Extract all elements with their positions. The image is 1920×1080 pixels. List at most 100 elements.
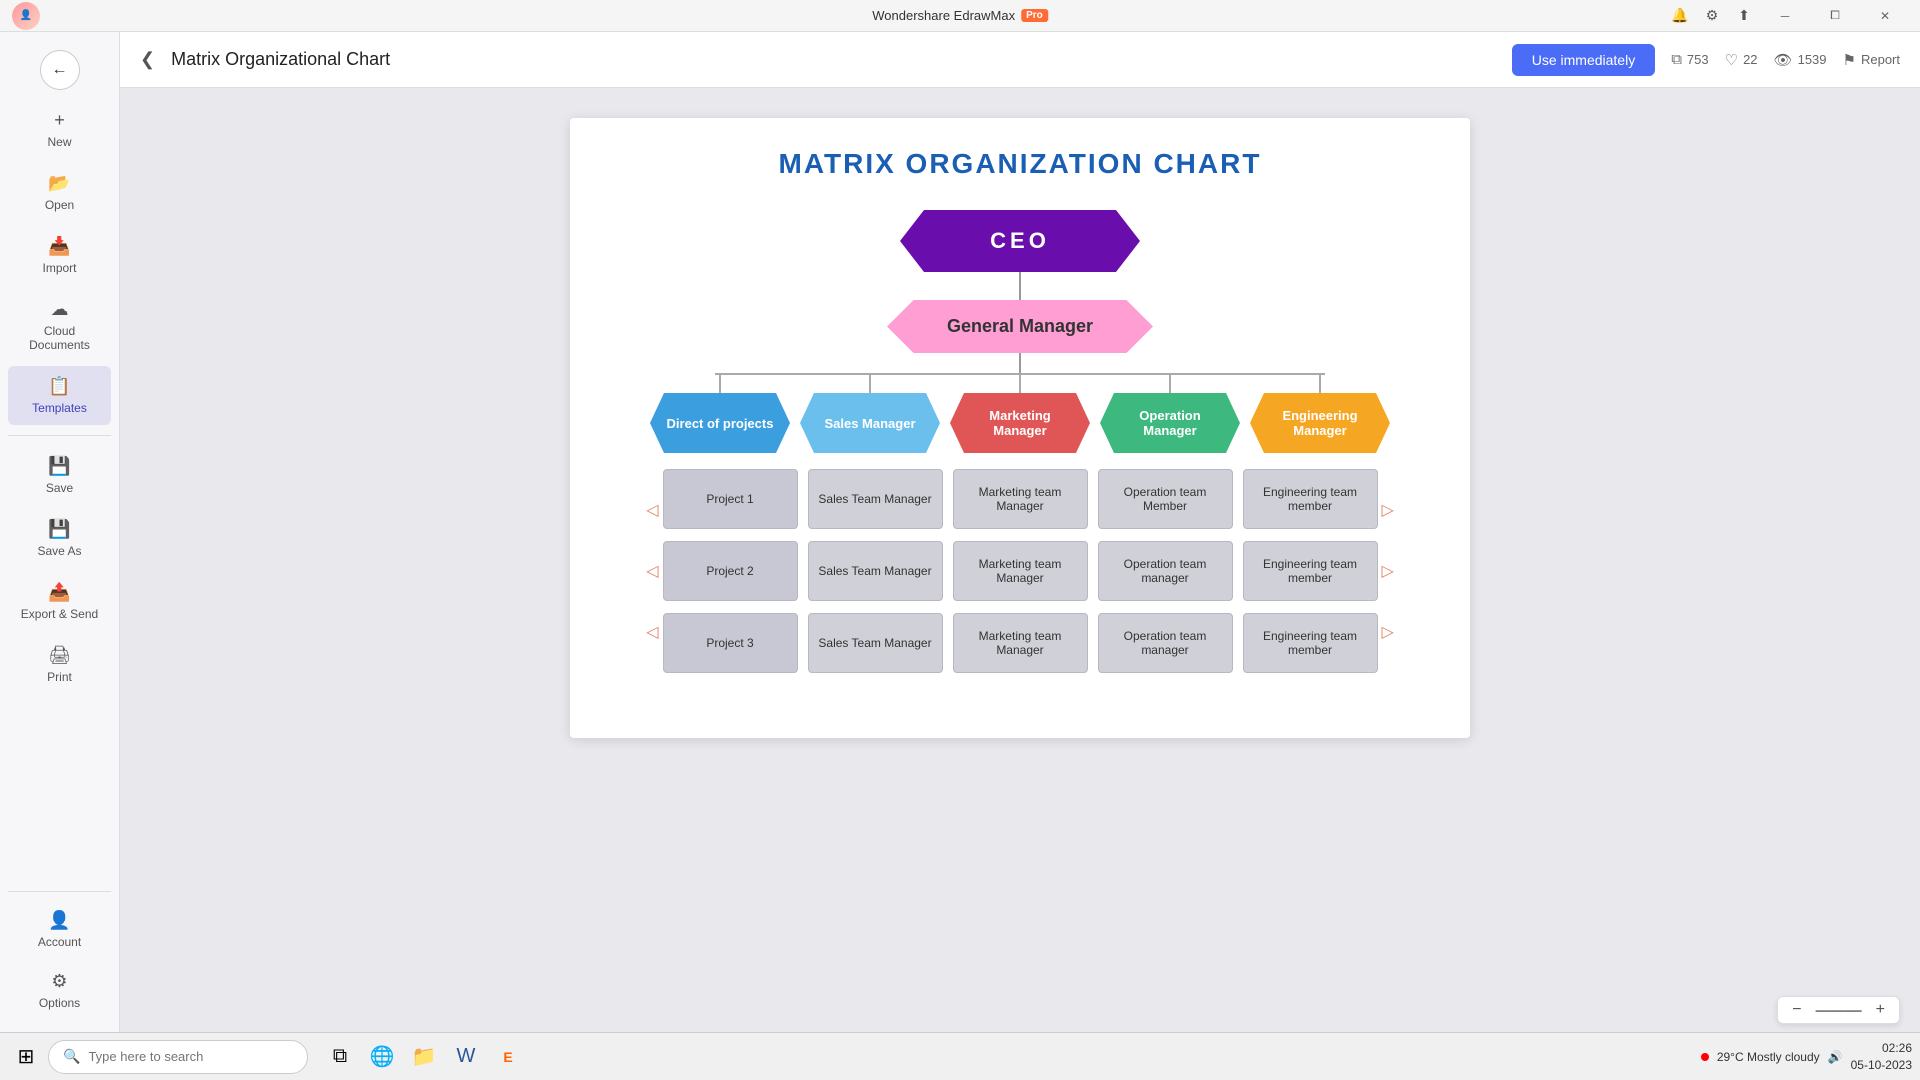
zoom-out-button[interactable]: − [1788, 1001, 1805, 1019]
zoom-bar: − ───── + [1777, 996, 1900, 1024]
minimize-button[interactable]: ─ [1762, 0, 1808, 32]
stat-copies: ⧉ 753 [1671, 51, 1708, 68]
start-button[interactable]: ⊞ [8, 1039, 44, 1075]
use-immediately-button[interactable]: Use immediately [1512, 44, 1655, 76]
left-arrow-2: ◁ [646, 561, 658, 581]
save-icon: 💾 [48, 456, 70, 477]
restore-button[interactable]: ⧠ [1812, 0, 1858, 32]
sidebar-divider [8, 435, 111, 436]
sidebar-label-options: Options [39, 996, 80, 1010]
edraw-app[interactable]: E [488, 1037, 528, 1077]
gm-node: General Manager [887, 300, 1153, 353]
taskbar-search-box[interactable]: 🔍 [48, 1040, 308, 1074]
close-button[interactable]: ✕ [1862, 0, 1908, 32]
sidebar-item-account[interactable]: 👤 Account [8, 900, 111, 959]
sidebar-label-open: Open [45, 198, 74, 212]
stat-likes: ♡ 22 [1725, 51, 1758, 69]
main-content: ❮ Matrix Organizational Chart Use immedi… [120, 32, 1920, 1032]
open-icon: 📂 [48, 173, 70, 194]
pro-badge: Pro [1021, 9, 1048, 22]
mc2-vline [1019, 373, 1021, 393]
cell-r1-c1: Sales Team Manager [808, 469, 943, 529]
title-bar-center: Wondershare EdrawMax Pro [872, 8, 1048, 23]
title-bar-icons: 👤 [12, 2, 40, 30]
sidebar-item-open[interactable]: 📂 Open [8, 163, 111, 222]
settings-icon[interactable]: ⚙ [1698, 2, 1726, 30]
account-icon: 👤 [48, 910, 70, 931]
sidebar-label-save: Save [46, 481, 73, 495]
likes-value: 22 [1743, 52, 1757, 67]
sidebar-item-print[interactable]: 🖨 Print [8, 635, 111, 694]
sidebar-item-import[interactable]: 📥 Import [8, 226, 111, 285]
title-bar: 👤 Wondershare EdrawMax Pro 🔔 ⚙ ⬆ ─ ⧠ ✕ [0, 0, 1920, 32]
manager-node-0: Direct of projects [650, 393, 790, 453]
cell-r3-c1: Sales Team Manager [808, 613, 943, 673]
right-arrow-2: ▷ [1382, 561, 1394, 581]
sidebar-label-import: Import [42, 261, 76, 275]
sidebar-item-saveas[interactable]: 💾 Save As [8, 509, 111, 568]
report-icon: ⚑ [1843, 51, 1856, 69]
user-avatar[interactable]: 👤 [12, 2, 40, 30]
header-back-arrow[interactable]: ❮ [140, 49, 155, 70]
cloud-icon: ☁ [51, 299, 69, 320]
diagram-title: MATRIX ORGANIZATION CHART [600, 148, 1440, 180]
team-row-1: Sales Team Manager Marketing team Manage… [808, 469, 1378, 529]
sidebar-label-export: Export & Send [21, 607, 98, 621]
managers-row: Direct of projects Sales Manager Marketi… [645, 373, 1395, 453]
projects-column: Project 1 Project 2 Project 3 [663, 469, 798, 673]
team-row-2: Sales Team Manager Marketing team Manage… [808, 541, 1378, 601]
page-title: Matrix Organizational Chart [171, 49, 1496, 70]
cell-r3-c2: Marketing team Manager [953, 613, 1088, 673]
sidebar-label-templates: Templates [32, 401, 87, 415]
cell-r1-c2: Marketing team Manager [953, 469, 1088, 529]
manager-col-2: Marketing Manager [945, 373, 1095, 453]
views-value: 1539 [1798, 52, 1827, 67]
sidebar-item-cloud[interactable]: ☁ Cloud Documents [8, 289, 111, 362]
cell-r1-c3: Operation team Member [1098, 469, 1233, 529]
zoom-in-button[interactable]: + [1872, 1001, 1889, 1019]
sidebar: ← + New 📂 Open 📥 Import ☁ Cloud Document… [0, 32, 120, 1032]
notification-icon[interactable]: 🔔 [1666, 2, 1694, 30]
sidebar-item-new[interactable]: + New [8, 100, 111, 159]
weather-text: 29°C Mostly cloudy [1717, 1050, 1820, 1064]
managers-hline [715, 373, 1325, 375]
import-icon: 📥 [48, 236, 70, 257]
share-icon[interactable]: ⬆ [1730, 2, 1758, 30]
canvas-area: MATRIX ORGANIZATION CHART CEO General Ma… [120, 88, 1920, 1032]
options-icon: ⚙ [51, 971, 67, 992]
stat-views: 👁 1539 [1774, 51, 1827, 69]
gm-managers-connector [1019, 353, 1021, 373]
back-button[interactable]: ← [40, 50, 80, 90]
files-app[interactable]: 📁 [404, 1037, 444, 1077]
word-app[interactable]: W [446, 1037, 486, 1077]
print-icon: 🖨 [48, 645, 71, 666]
left-arrow-1: ◁ [646, 500, 658, 520]
sidebar-item-save[interactable]: 💾 Save [8, 446, 111, 505]
stat-report[interactable]: ⚑ Report [1843, 51, 1900, 69]
sidebar-item-options[interactable]: ⚙ Options [8, 961, 111, 1020]
taskview-app[interactable]: ⧉ [320, 1037, 360, 1077]
sidebar-item-templates[interactable]: 📋 Templates [8, 366, 111, 425]
manager-node-1: Sales Manager [800, 393, 940, 453]
manager-node-3: Operation Manager [1100, 393, 1240, 453]
volume-icon[interactable]: 🔊 [1828, 1050, 1843, 1064]
clock-date: 05-10-2023 [1851, 1057, 1912, 1074]
edge-app[interactable]: 🌐 [362, 1037, 402, 1077]
cell-r2-c4: Engineering team member [1243, 541, 1378, 601]
sidebar-label-account: Account [38, 935, 81, 949]
right-arrow-3: ▷ [1382, 622, 1394, 642]
left-arrows: ◁ ◁ ◁ [646, 469, 662, 673]
saveas-icon: 💾 [48, 519, 70, 540]
sidebar-label-cloud: Cloud Documents [16, 324, 103, 352]
copies-value: 753 [1687, 52, 1709, 67]
search-icon: 🔍 [63, 1048, 80, 1065]
new-icon: + [54, 110, 65, 131]
app-name: Wondershare EdrawMax [872, 8, 1015, 23]
manager-node-4: Engineering Manager [1250, 393, 1390, 453]
sidebar-item-export[interactable]: 📤 Export & Send [8, 572, 111, 631]
manager-col-3: Operation Manager [1095, 373, 1245, 453]
right-arrows: ▷ ▷ ▷ [1378, 469, 1394, 673]
manager-col-4: Engineering Manager [1245, 373, 1395, 453]
search-input[interactable] [88, 1049, 293, 1064]
manager-node-2: Marketing Manager [950, 393, 1090, 453]
